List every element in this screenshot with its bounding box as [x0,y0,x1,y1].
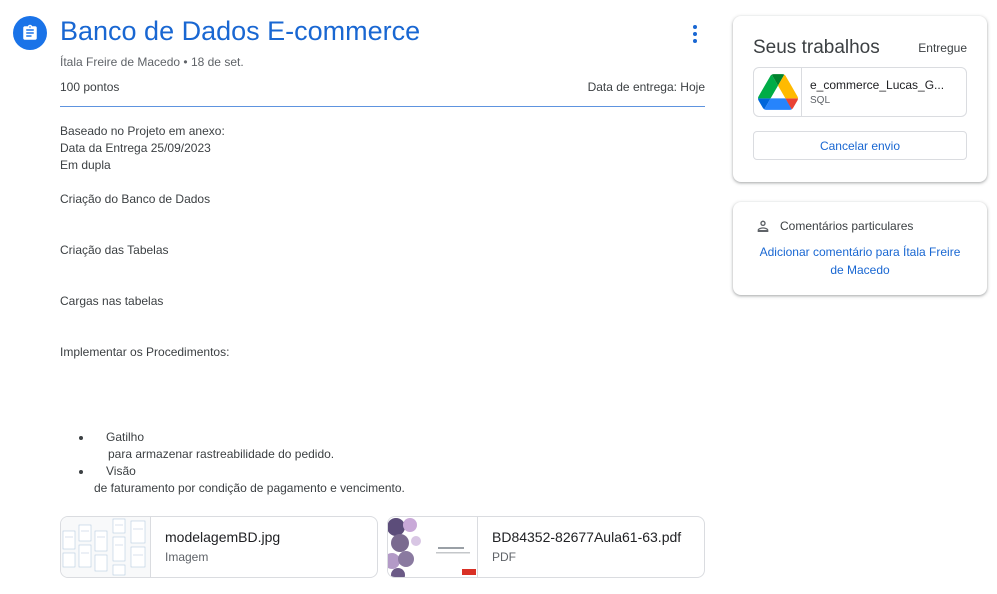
points-label: 100 pontos [60,80,120,94]
attachment-type: Imagem [165,550,209,564]
cancel-submission-button[interactable]: Cancelar envio [753,131,967,160]
attachment-name: modelagemBD.jpg [165,529,281,545]
description-line: Baseado no Projeto em anexo: [60,124,225,138]
bullet-title: Visão [60,463,705,480]
description-line: Em dupla [60,158,111,172]
meta-separator: • [183,55,191,69]
assignment-meta: Ítala Freire de Macedo • 18 de set. [60,55,244,69]
attachment-card[interactable]: BD84352-82677Aula61-63.pdf PDF [387,516,705,578]
submitted-file-name: e_commerce_Lucas_G... [810,78,945,92]
list-item: Gatilho para armazenar rastreabilidade d… [60,429,705,463]
attachment-name: BD84352-82677Aula61-63.pdf [492,529,682,545]
header-divider [60,106,705,107]
more-vert-icon[interactable] [684,22,706,46]
image-thumbnail [61,517,151,577]
bullet-title: Gatilho [60,429,705,446]
pdf-thumbnail [388,517,478,577]
bullet-detail: para armazenar rastreabilidade do pedido… [108,447,335,461]
page-title: Banco de Dados E-commerce [60,16,421,46]
your-work-title: Seus trabalhos [753,37,880,58]
author-name: Ítala Freire de Macedo [60,55,181,69]
description-line: Data da Entrega 25/09/2023 [60,141,211,155]
description-line: Criação do Banco de Dados [60,192,211,206]
your-work-card: Seus trabalhos Entregue e_commerce_Lucas… [733,16,987,182]
list-item: Visão de faturamento por condição de pag… [60,463,705,497]
due-date-label: Data de entrega: Hoje [587,80,705,94]
post-date: 18 de set. [190,55,244,69]
description-line: Cargas nas tabelas [60,294,164,308]
assignment-icon [13,16,47,50]
google-drive-icon [754,68,802,116]
bullet-detail: de faturamento por condição de pagamento… [94,481,405,495]
person-icon [755,218,771,239]
private-comments-title: Comentários particulares [780,219,914,233]
description-line: Implementar os Procedimentos: [60,345,230,359]
assignment-description: Baseado no Projeto em anexo: Data da Ent… [60,123,705,497]
private-comments-card: Comentários particulares Adicionar comen… [733,202,987,295]
submitted-file[interactable]: e_commerce_Lucas_G... SQL [753,67,967,117]
procedures-list: Gatilho para armazenar rastreabilidade d… [60,429,705,497]
description-line: Criação das Tabelas [60,243,169,257]
status-badge: Entregue [918,41,967,55]
attachment-card[interactable]: modelagemBD.jpg Imagem [60,516,378,578]
add-private-comment-link[interactable]: Adicionar comentário para Ítala Freire d… [753,243,967,279]
submitted-file-type: SQL [810,95,831,106]
attachment-type: PDF [492,550,516,564]
